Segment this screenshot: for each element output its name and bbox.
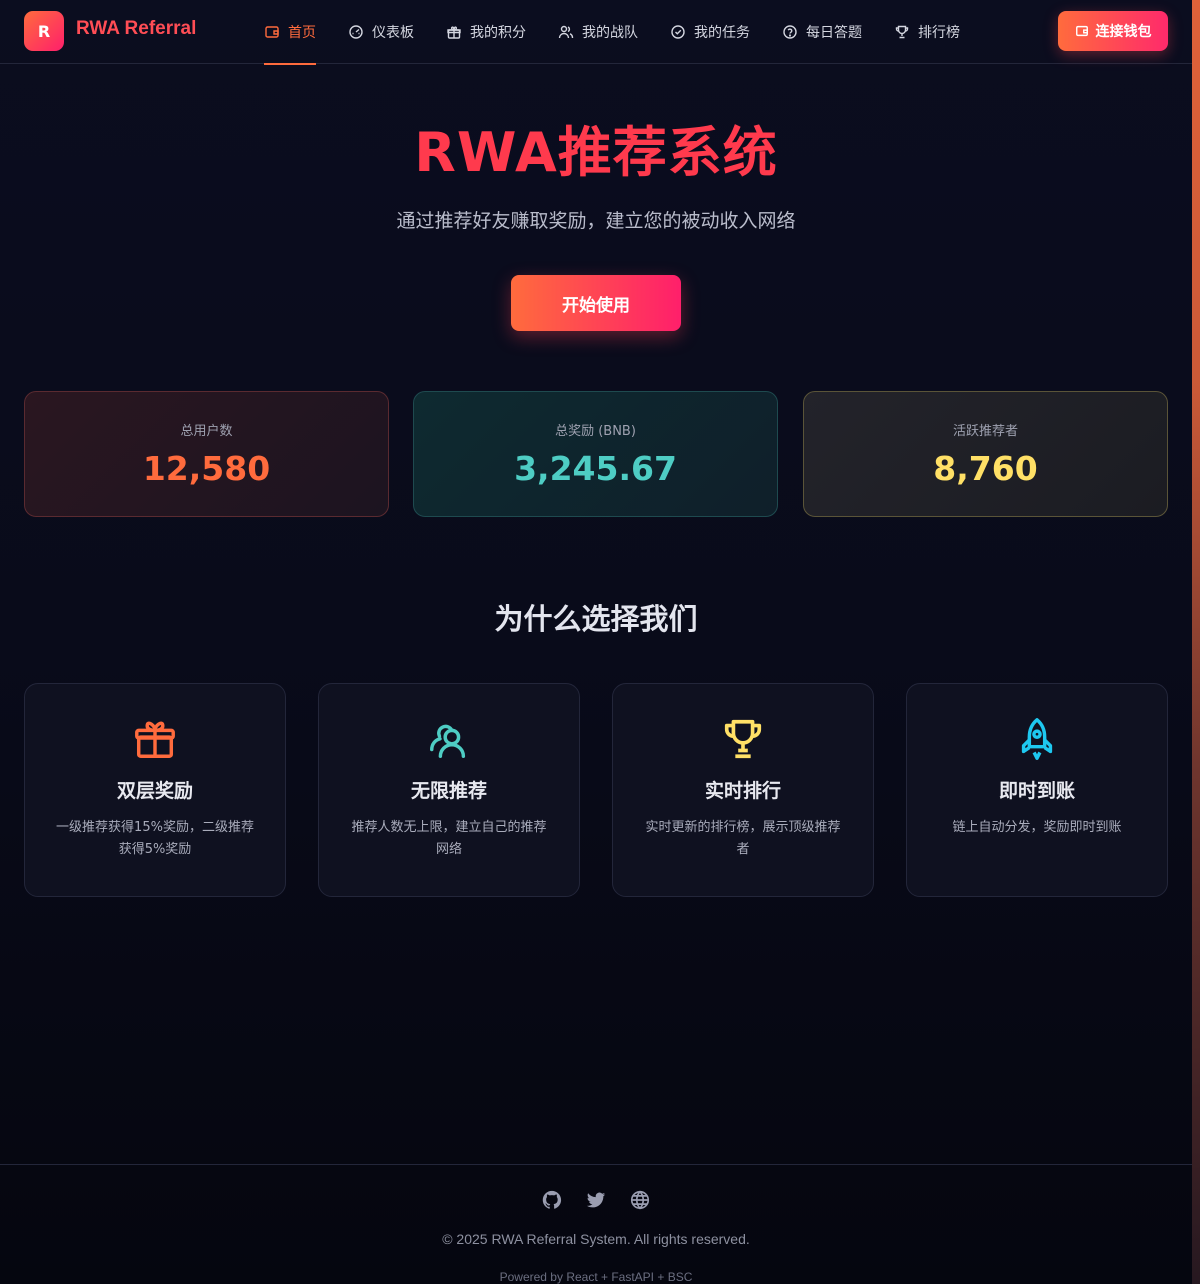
globe-icon[interactable]: [629, 1189, 651, 1211]
feature-title: 无限推荐: [410, 780, 487, 802]
footer: © 2025 RWA Referral System. All rights r…: [0, 1164, 1192, 1284]
feature-title: 实时排行: [704, 780, 781, 802]
section-title: 为什么选择我们: [494, 602, 698, 636]
question-circle-icon: [782, 24, 798, 40]
copyright: © 2025 RWA Referral System. All rights r…: [442, 1231, 750, 1247]
stat-card-total-users: 总用户数 12,580: [24, 391, 389, 517]
feature-card-realtime-ranking: 实时排行 实时更新的排行榜，展示顶级推荐者: [612, 683, 874, 897]
nav-item-dashboard[interactable]: 仪表板: [348, 0, 414, 64]
nav-item-label: 我的积分: [470, 25, 526, 41]
stat-value: 3,245.67: [514, 449, 677, 488]
wallet-icon: [264, 24, 280, 40]
rocket-icon: [1014, 716, 1060, 762]
feature-desc: 一级推荐获得15%奖励，二级推荐获得5%奖励: [56, 820, 254, 857]
feature-title: 即时到账: [998, 780, 1075, 802]
twitter-icon[interactable]: [585, 1189, 607, 1211]
nav-item-label: 排行榜: [918, 25, 960, 41]
stat-label: 总用户数: [180, 424, 233, 439]
nav-item-points[interactable]: 我的积分: [446, 0, 526, 64]
connect-wallet-label: 连接钱包: [1095, 24, 1152, 40]
feature-desc: 推荐人数无上限，建立自己的推荐网络: [351, 820, 547, 857]
feature-card-unlimited-referrals: 无限推荐 推荐人数无上限，建立自己的推荐网络: [318, 683, 580, 897]
wallet-icon: [1075, 24, 1089, 38]
stat-card-active-referrers: 活跃推荐者 8,760: [803, 391, 1168, 517]
gift-icon: [446, 24, 462, 40]
stat-value: 8,760: [933, 449, 1038, 488]
hero-title: RWA推荐系统: [414, 121, 778, 184]
logo-letter: R: [37, 21, 51, 41]
nav-item-label: 首页: [288, 25, 316, 41]
nav-item-label: 每日答题: [806, 25, 862, 41]
get-started-button[interactable]: 开始使用: [511, 275, 681, 331]
edge-glow: [1192, 0, 1200, 1284]
connect-wallet-button[interactable]: 连接钱包: [1058, 11, 1168, 51]
feature-desc: 实时更新的排行榜，展示顶级推荐者: [645, 820, 841, 857]
stat-value: 12,580: [142, 449, 271, 488]
nav-item-label: 我的战队: [582, 25, 638, 41]
feature-card-dual-rewards: 双层奖励 一级推荐获得15%奖励，二级推荐获得5%奖励: [24, 683, 286, 897]
trophy-icon: [894, 24, 910, 40]
trophy-icon: [720, 716, 766, 762]
top-nav: R RWA Referral 首页 仪表板 我的积分 我的战队 我的任务 每日答…: [0, 0, 1192, 65]
powered-by: Powered by React + FastAPI + BSC: [499, 1270, 693, 1284]
social-links: [541, 1189, 673, 1211]
users-icon: [426, 716, 472, 762]
stat-label: 总奖励 (BNB): [555, 424, 636, 439]
github-icon[interactable]: [541, 1189, 563, 1211]
check-circle-icon: [670, 24, 686, 40]
hero-subtitle: 通过推荐好友赚取奖励，建立您的被动收入网络: [396, 210, 796, 232]
nav-item-tasks[interactable]: 我的任务: [670, 0, 750, 64]
gift-icon: [132, 716, 178, 762]
nav-links: 首页 仪表板 我的积分 我的战队 我的任务 每日答题 排行榜: [264, 0, 992, 65]
feature-title: 双层奖励: [116, 780, 193, 802]
stat-card-total-rewards: 总奖励 (BNB) 3,245.67: [413, 391, 778, 517]
nav-item-leaderboard[interactable]: 排行榜: [894, 0, 960, 64]
gauge-icon: [348, 24, 364, 40]
brand-name[interactable]: RWA Referral: [76, 18, 196, 40]
nav-item-quiz[interactable]: 每日答题: [782, 0, 862, 64]
logo[interactable]: R: [24, 11, 64, 51]
feature-card-instant-payout: 即时到账 链上自动分发，奖励即时到账: [906, 683, 1168, 897]
nav-item-team[interactable]: 我的战队: [558, 0, 638, 64]
nav-item-label: 仪表板: [372, 25, 414, 41]
nav-item-label: 我的任务: [694, 25, 750, 41]
stat-label: 活跃推荐者: [952, 424, 1018, 439]
users-icon: [558, 24, 574, 40]
feature-desc: 链上自动分发，奖励即时到账: [952, 820, 1122, 835]
nav-item-home[interactable]: 首页: [264, 0, 316, 65]
